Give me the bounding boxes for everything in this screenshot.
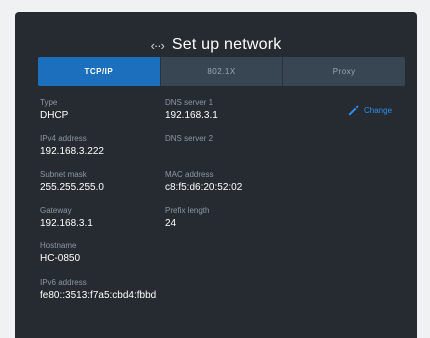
dns-server-2-label: DNS server 2 xyxy=(165,134,214,143)
field-dns-server-2: DNS server 2 xyxy=(165,134,213,145)
type-label: Type xyxy=(40,98,58,107)
field-dns-server-1: DNS server 1 192.168.3.1 xyxy=(165,98,218,122)
tab-proxy[interactable]: Proxy xyxy=(283,57,405,86)
network-arrows-icon: ‹··› xyxy=(150,37,165,53)
field-subnet-mask: Subnet mask 255.255.255.0 xyxy=(40,170,104,194)
type-value: DHCP xyxy=(40,110,69,121)
tab-802-1x[interactable]: 802.1X xyxy=(161,57,284,86)
field-hostname: Hostname HC-0850 xyxy=(40,241,80,265)
mac-address-label: MAC address xyxy=(165,170,214,179)
prefix-length-value: 24 xyxy=(165,218,177,229)
ipv6-address-label: IPv6 address xyxy=(40,278,87,287)
ipv6-address-value: fe80::3513:f7a5:cbd4:fbbd xyxy=(40,290,157,301)
gateway-label: Gateway xyxy=(40,206,72,215)
gateway-value: 192.168.3.1 xyxy=(40,218,93,229)
dialog-title: Set up network xyxy=(171,36,282,53)
field-type: Type DHCP xyxy=(40,98,68,122)
network-setup-dialog: ‹··› Set up network TCP/IP 802.1X Proxy … xyxy=(15,12,417,338)
field-prefix-length: Prefix length 24 xyxy=(165,206,209,230)
ipv4-address-value: 192.168.3.222 xyxy=(40,146,104,157)
field-gateway: Gateway 192.168.3.1 xyxy=(40,206,93,230)
hostname-value: HC-0850 xyxy=(40,253,81,264)
subnet-mask-label: Subnet mask xyxy=(40,170,87,179)
prefix-length-label: Prefix length xyxy=(165,206,210,215)
tab-bar: TCP/IP 802.1X Proxy xyxy=(38,57,405,86)
field-mac-address: MAC address c8:f5:d6:20:52:02 xyxy=(165,170,242,194)
field-ipv6-address: IPv6 address fe80::3513:f7a5:cbd4:fbbd xyxy=(40,278,156,302)
hostname-label: Hostname xyxy=(40,241,77,250)
pencil-icon xyxy=(348,105,359,116)
dns-server-1-label: DNS server 1 xyxy=(165,98,214,107)
tab-tcp-ip[interactable]: TCP/IP xyxy=(38,57,161,86)
change-button[interactable]: Change xyxy=(348,105,392,116)
subnet-mask-value: 255.255.255.0 xyxy=(40,182,104,193)
field-ipv4-address: IPv4 address 192.168.3.222 xyxy=(40,134,104,158)
change-button-label: Change xyxy=(364,106,393,115)
dns-server-1-value: 192.168.3.1 xyxy=(165,110,218,121)
dialog-header: ‹··› Set up network xyxy=(15,36,417,54)
mac-address-value: c8:f5:d6:20:52:02 xyxy=(165,182,243,193)
ipv4-address-label: IPv4 address xyxy=(40,134,87,143)
